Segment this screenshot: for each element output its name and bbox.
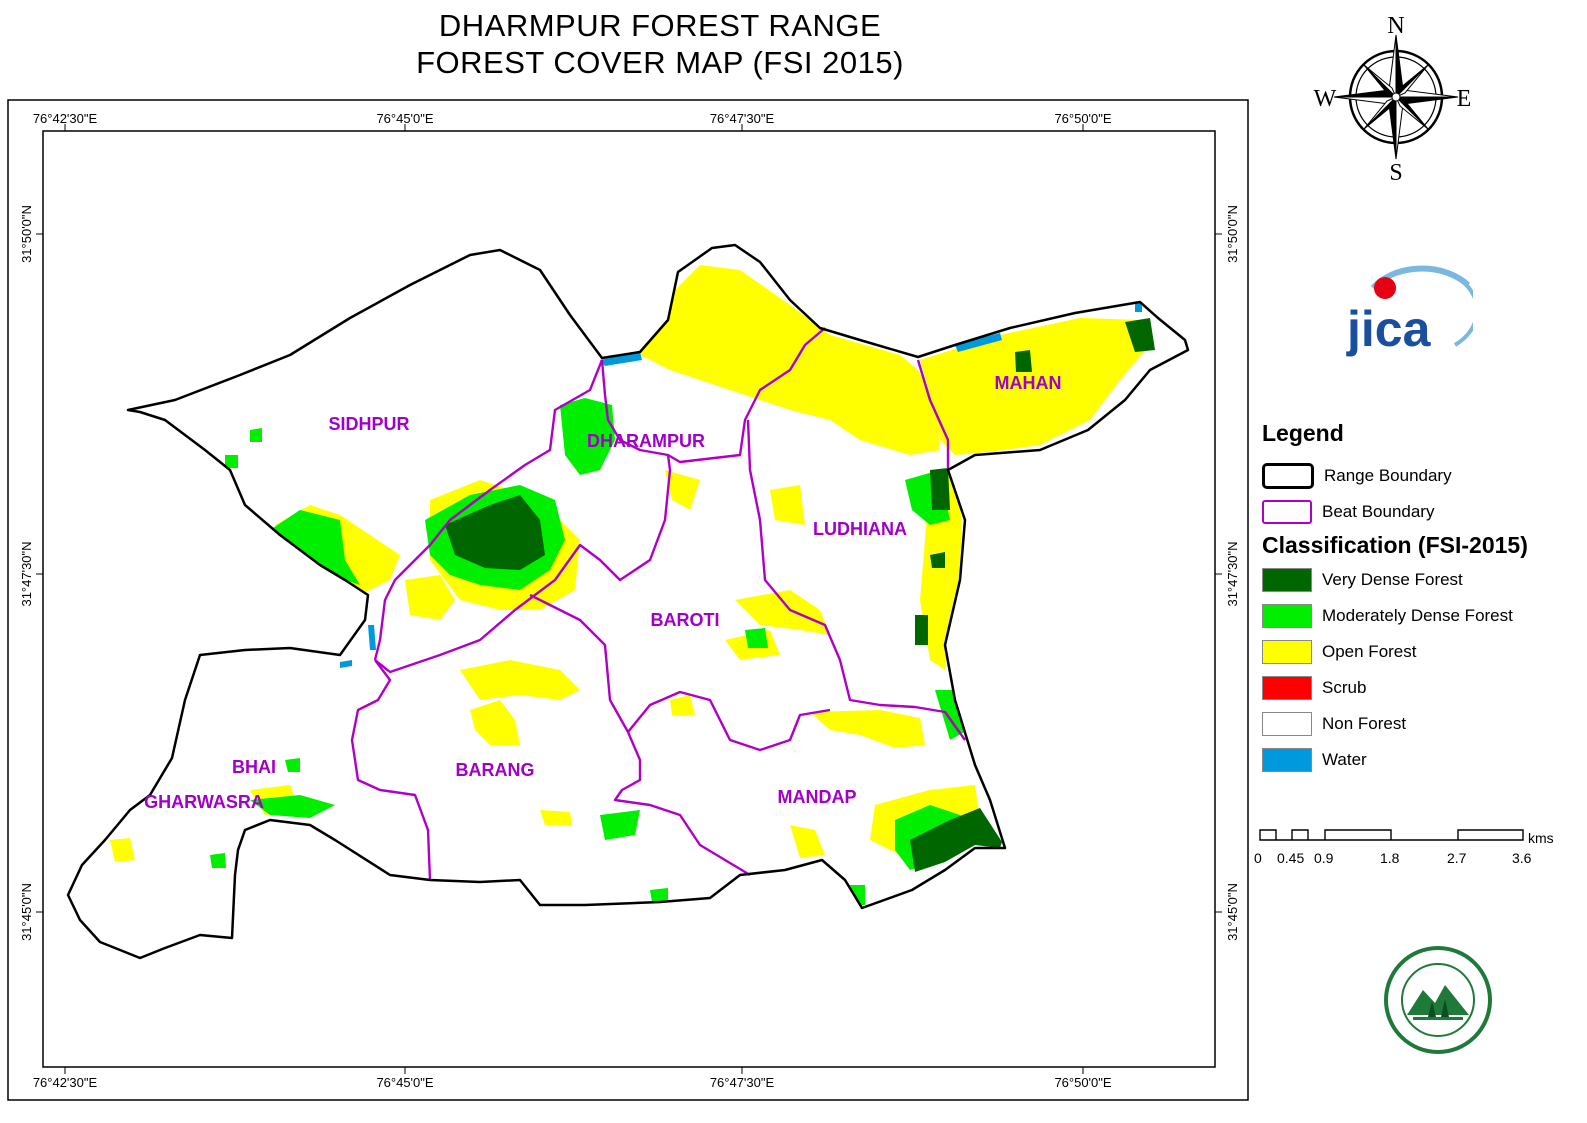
- legend-range-boundary: Range Boundary: [1262, 463, 1452, 489]
- legend-label-very-dense: Very Dense Forest: [1322, 570, 1463, 589]
- legend-label-moderate: Moderately Dense Forest: [1322, 606, 1513, 625]
- moderate-forest-patch: [600, 810, 640, 840]
- legend-class-very-dense: Very Dense Forest: [1262, 567, 1463, 593]
- open-forest-patch: [810, 710, 925, 748]
- very-dense-forest-patch: [930, 468, 950, 510]
- legend-class-non-forest: Non Forest: [1262, 711, 1406, 737]
- moderate-forest-patch: [250, 428, 262, 442]
- lon-label-top-4: 76°50'0"E: [1054, 111, 1111, 126]
- legend-swatch-range: [1262, 463, 1314, 489]
- beat-label-sidhpur: SIDHPUR: [328, 414, 409, 434]
- outer-map-frame: [7, 99, 1249, 1101]
- lat-label-right-2: 31°47'30"N: [1225, 541, 1240, 606]
- moderate-forest-patch: [285, 758, 300, 772]
- compass-west: W: [1314, 86, 1337, 112]
- lon-label-top-1: 76°42'30"E: [33, 111, 98, 126]
- lat-label-right-1: 31°50'0"N: [1225, 205, 1240, 263]
- legend-swatch-beat: [1262, 500, 1312, 524]
- scale-unit: kms: [1528, 830, 1554, 846]
- legend-swatch-non-forest: [1262, 712, 1312, 736]
- scale-tick-27: 2.7: [1447, 850, 1467, 866]
- beat-boundary-line: [529, 593, 751, 877]
- legend-label-range: Range Boundary: [1324, 466, 1452, 485]
- inner-map-frame: [42, 130, 1216, 1068]
- compass-north: N: [1387, 13, 1404, 39]
- lon-label-bottom-3: 76°47'30"E: [710, 1075, 775, 1090]
- compass-rose-icon: [1333, 34, 1459, 160]
- legend-class-scrub: Scrub: [1262, 675, 1366, 701]
- forest-cover-map: 76°42'30"E 76°45'0"E 76°47'30"E 76°50'0"…: [7, 13, 1524, 1101]
- open-forest-patch: [770, 485, 805, 525]
- lon-label-bottom-2: 76°45'0"E: [376, 1075, 433, 1090]
- water-patch: [1135, 298, 1142, 312]
- compass-east: E: [1457, 86, 1472, 112]
- beat-label-ludhiana: LUDHIANA: [813, 519, 907, 539]
- open-forest-patch: [540, 810, 572, 825]
- legend-heading: Legend: [1262, 420, 1344, 446]
- legend-beat-boundary: Beat Boundary: [1262, 499, 1434, 525]
- lat-label-left-1: 31°50'0"N: [19, 205, 34, 263]
- classification-heading: Classification (FSI-2015): [1262, 532, 1528, 558]
- beat-boundary-line: [350, 659, 432, 881]
- beat-boundary-line: [627, 690, 831, 752]
- beat-label-mandap: MANDAP: [778, 787, 857, 807]
- forest-department-emblem-icon: [1384, 946, 1492, 1054]
- compass-south: S: [1389, 160, 1402, 186]
- legend-swatch-water: [1262, 748, 1312, 772]
- lat-label-left-2: 31°47'30"N: [19, 541, 34, 606]
- lon-label-bottom-1: 76°42'30"E: [33, 1075, 98, 1090]
- graticule-ticks: [36, 124, 1222, 1074]
- forest-cover-layer: [110, 265, 1155, 905]
- jica-logo-icon: JICA: [1346, 265, 1473, 357]
- open-forest-patch: [790, 825, 825, 858]
- lon-label-bottom-4: 76°50'0"E: [1054, 1075, 1111, 1090]
- scale-tick-0: 0: [1254, 850, 1262, 866]
- moderate-forest-patch: [935, 690, 968, 740]
- lat-label-left-3: 31°45'0"N: [19, 883, 34, 941]
- open-forest-patch: [460, 660, 580, 700]
- beat-label-gharwasra: GHARWASRA: [144, 792, 264, 812]
- moderate-forest-patch: [745, 628, 768, 648]
- legend-swatch-very-dense: [1262, 568, 1312, 592]
- moderate-forest-patch: [840, 885, 865, 905]
- jica-wordmark: JICA: [1346, 301, 1432, 357]
- legend-swatch-scrub: [1262, 676, 1312, 700]
- legend-label-water: Water: [1322, 750, 1367, 769]
- lon-label-top-2: 76°45'0"E: [376, 111, 433, 126]
- water-patch: [340, 660, 352, 668]
- open-forest-patch: [670, 695, 695, 715]
- legend-class-moderate: Moderately Dense Forest: [1262, 603, 1513, 629]
- water-patch: [368, 625, 376, 650]
- legend-label-non-forest: Non Forest: [1322, 714, 1407, 733]
- very-dense-forest-patch: [1015, 350, 1032, 372]
- lat-label-right-3: 31°45'0"N: [1225, 883, 1240, 941]
- scale-tick-045: 0.45: [1277, 850, 1305, 866]
- very-dense-forest-patch: [915, 615, 928, 645]
- open-forest-patch: [735, 590, 830, 635]
- legend-class-open: Open Forest: [1262, 639, 1417, 665]
- scale-tick-36: 3.6: [1512, 850, 1532, 866]
- moderate-forest-patch: [210, 853, 226, 868]
- beat-label-barang: BARANG: [456, 760, 535, 780]
- legend-label-scrub: Scrub: [1322, 678, 1367, 697]
- legend-label-open: Open Forest: [1322, 642, 1417, 661]
- beat-label-dharampur: DHARAMPUR: [587, 431, 705, 451]
- lon-label-top-3: 76°47'30"E: [710, 111, 775, 126]
- legend-label-beat: Beat Boundary: [1322, 502, 1435, 521]
- legend-swatch-open: [1262, 640, 1312, 664]
- scale-bar: [1259, 829, 1524, 841]
- legend-swatch-moderate: [1262, 604, 1312, 628]
- open-forest-patch: [640, 265, 940, 455]
- moderate-forest-patch: [650, 888, 668, 902]
- beat-label-baroti: BAROTI: [651, 610, 720, 630]
- open-forest-patch: [110, 838, 135, 862]
- legend-class-water: Water: [1262, 747, 1367, 773]
- scale-tick-18: 1.8: [1380, 850, 1400, 866]
- open-forest-patch: [470, 700, 520, 745]
- scale-tick-09: 0.9: [1314, 850, 1334, 866]
- beat-label-bhai: BHAI: [232, 757, 276, 777]
- beat-label-mahan: MAHAN: [995, 373, 1062, 393]
